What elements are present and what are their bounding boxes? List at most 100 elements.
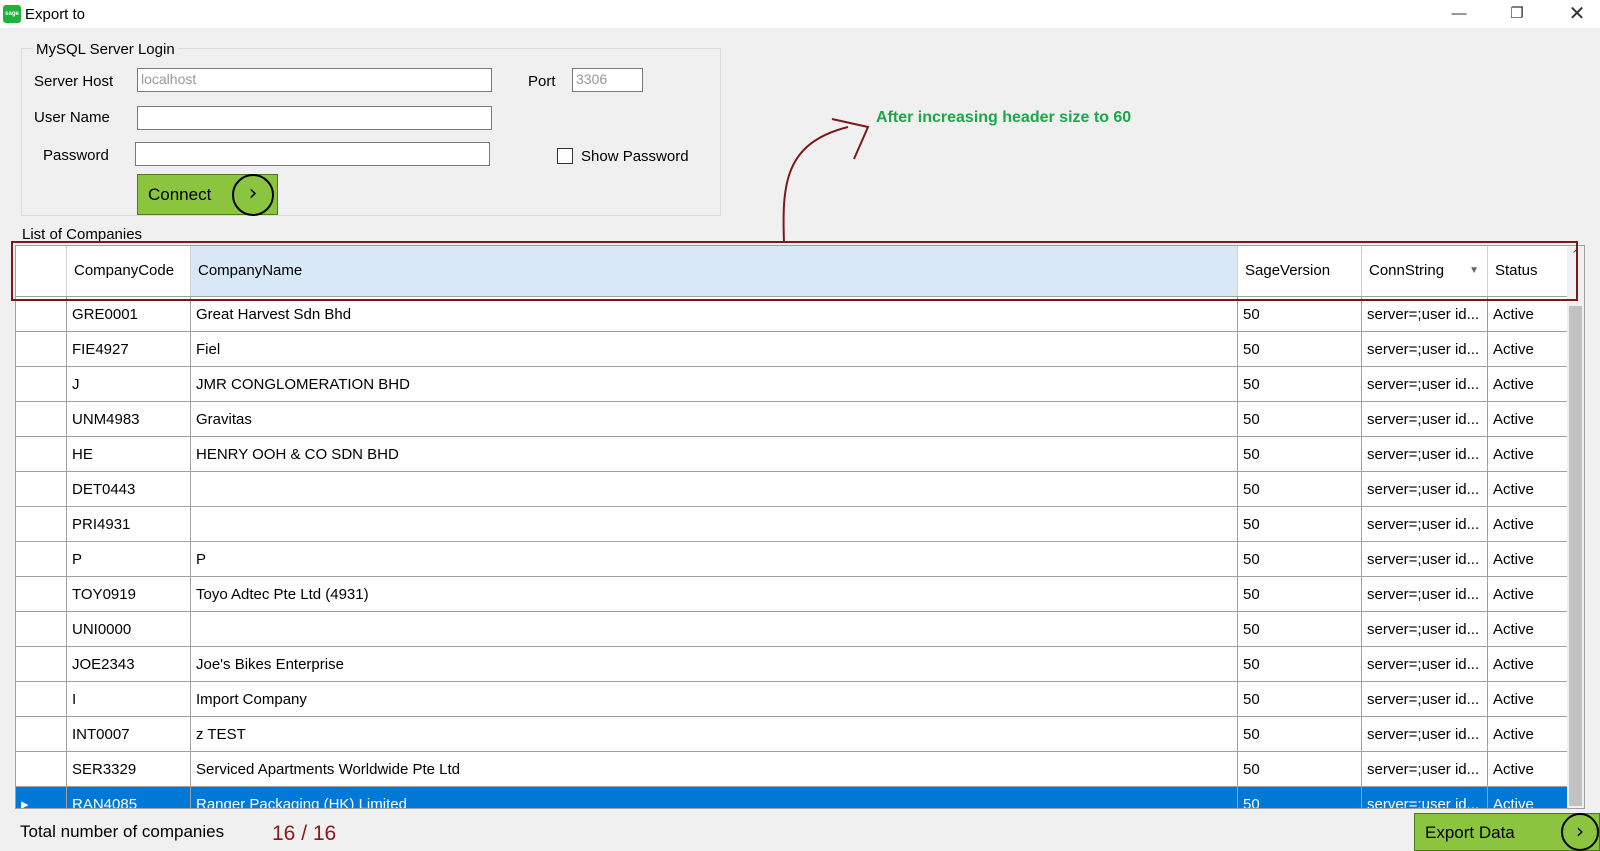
cell-conn-string[interactable]: server=;user id... bbox=[1362, 787, 1488, 808]
cell-company-name[interactable]: HENRY OOH & CO SDN BHD bbox=[191, 437, 1238, 472]
table-row[interactable]: UNI0000 50 server=;user id... Active bbox=[16, 612, 1584, 647]
companies-grid[interactable]: CompanyCode CompanyName SageVersion Conn… bbox=[15, 245, 1585, 809]
row-selector[interactable] bbox=[16, 682, 67, 717]
cell-company-name[interactable] bbox=[191, 472, 1238, 507]
cell-conn-string[interactable]: server=;user id... bbox=[1362, 612, 1488, 647]
cell-sage-version[interactable]: 50 bbox=[1238, 647, 1362, 682]
cell-company-code[interactable]: P bbox=[67, 542, 191, 577]
row-selector[interactable]: ▸ bbox=[16, 787, 67, 808]
cell-company-name[interactable]: Fiel bbox=[191, 332, 1238, 367]
cell-company-name[interactable]: P bbox=[191, 542, 1238, 577]
cell-status[interactable]: Active bbox=[1488, 507, 1568, 542]
cell-sage-version[interactable]: 50 bbox=[1238, 332, 1362, 367]
cell-status[interactable]: Active bbox=[1488, 717, 1568, 752]
cell-company-name[interactable]: Joe's Bikes Enterprise bbox=[191, 647, 1238, 682]
cell-status[interactable]: Active bbox=[1488, 297, 1568, 332]
cell-status[interactable]: Active bbox=[1488, 752, 1568, 787]
cell-company-code[interactable]: HE bbox=[67, 437, 191, 472]
row-selector[interactable] bbox=[16, 647, 67, 682]
cell-company-code[interactable]: RAN4085 bbox=[67, 787, 191, 808]
row-selector[interactable] bbox=[16, 402, 67, 437]
row-selector[interactable] bbox=[16, 507, 67, 542]
table-row[interactable]: FIE4927 Fiel 50 server=;user id... Active bbox=[16, 332, 1584, 367]
cell-company-name[interactable]: Serviced Apartments Worldwide Pte Ltd bbox=[191, 752, 1238, 787]
port-input[interactable]: 3306 bbox=[572, 68, 643, 92]
show-password-checkbox[interactable] bbox=[557, 148, 573, 164]
table-row[interactable]: P P 50 server=;user id... Active bbox=[16, 542, 1584, 577]
cell-status[interactable]: Active bbox=[1488, 577, 1568, 612]
cell-conn-string[interactable]: server=;user id... bbox=[1362, 542, 1488, 577]
cell-company-code[interactable]: JOE2343 bbox=[67, 647, 191, 682]
cell-company-name[interactable]: Great Harvest Sdn Bhd bbox=[191, 297, 1238, 332]
cell-conn-string[interactable]: server=;user id... bbox=[1362, 297, 1488, 332]
export-data-button[interactable]: Export Data › bbox=[1414, 813, 1600, 851]
cell-company-name[interactable]: Toyo Adtec Pte Ltd (4931) bbox=[191, 577, 1238, 612]
cell-company-name[interactable]: z TEST bbox=[191, 717, 1238, 752]
cell-conn-string[interactable]: server=;user id... bbox=[1362, 647, 1488, 682]
row-selector[interactable] bbox=[16, 542, 67, 577]
row-selector[interactable] bbox=[16, 612, 67, 647]
cell-company-code[interactable]: I bbox=[67, 682, 191, 717]
cell-conn-string[interactable]: server=;user id... bbox=[1362, 577, 1488, 612]
cell-conn-string[interactable]: server=;user id... bbox=[1362, 682, 1488, 717]
scrollbar-thumb[interactable] bbox=[1569, 306, 1582, 806]
table-row[interactable]: DET0443 50 server=;user id... Active bbox=[16, 472, 1584, 507]
grid-vertical-scrollbar[interactable]: ⌃ bbox=[1567, 246, 1584, 808]
connect-button[interactable]: Connect › bbox=[137, 174, 278, 216]
cell-status[interactable]: Active bbox=[1488, 367, 1568, 402]
cell-conn-string[interactable]: server=;user id... bbox=[1362, 367, 1488, 402]
cell-company-name[interactable]: JMR CONGLOMERATION BHD bbox=[191, 367, 1238, 402]
table-row[interactable]: HE HENRY OOH & CO SDN BHD 50 server=;user i… bbox=[16, 437, 1584, 472]
row-selector[interactable] bbox=[16, 577, 67, 612]
row-selector[interactable] bbox=[16, 752, 67, 787]
cell-conn-string[interactable]: server=;user id... bbox=[1362, 472, 1488, 507]
cell-sage-version[interactable]: 50 bbox=[1238, 752, 1362, 787]
table-row[interactable]: PRI4931 50 server=;user id... Active bbox=[16, 507, 1584, 542]
cell-company-code[interactable]: PRI4931 bbox=[67, 507, 191, 542]
cell-company-name[interactable]: Gravitas bbox=[191, 402, 1238, 437]
cell-company-code[interactable]: SER3329 bbox=[67, 752, 191, 787]
cell-company-code[interactable]: FIE4927 bbox=[67, 332, 191, 367]
table-row[interactable]: GRE0001 Great Harvest Sdn Bhd 50 server=;us… bbox=[16, 297, 1584, 332]
row-selector[interactable] bbox=[16, 297, 67, 332]
cell-sage-version[interactable]: 50 bbox=[1238, 507, 1362, 542]
cell-sage-version[interactable]: 50 bbox=[1238, 297, 1362, 332]
username-input[interactable] bbox=[137, 106, 492, 130]
cell-status[interactable]: Active bbox=[1488, 437, 1568, 472]
row-selector[interactable] bbox=[16, 472, 67, 507]
cell-status[interactable]: Active bbox=[1488, 787, 1568, 808]
cell-sage-version[interactable]: 50 bbox=[1238, 402, 1362, 437]
cell-company-code[interactable]: TOY0919 bbox=[67, 577, 191, 612]
cell-company-code[interactable]: UNM4983 bbox=[67, 402, 191, 437]
password-input[interactable] bbox=[135, 142, 490, 166]
cell-status[interactable]: Active bbox=[1488, 647, 1568, 682]
restore-button[interactable]: ❐ bbox=[1494, 0, 1540, 28]
cell-company-name[interactable]: Import Company bbox=[191, 682, 1238, 717]
cell-conn-string[interactable]: server=;user id... bbox=[1362, 507, 1488, 542]
minimize-button[interactable]: — bbox=[1436, 0, 1482, 28]
cell-sage-version[interactable]: 50 bbox=[1238, 542, 1362, 577]
close-button[interactable]: ✕ bbox=[1554, 0, 1600, 28]
cell-sage-version[interactable]: 50 bbox=[1238, 717, 1362, 752]
cell-company-code[interactable]: DET0443 bbox=[67, 472, 191, 507]
cell-status[interactable]: Active bbox=[1488, 542, 1568, 577]
cell-conn-string[interactable]: server=;user id... bbox=[1362, 752, 1488, 787]
cell-status[interactable]: Active bbox=[1488, 472, 1568, 507]
table-row[interactable]: I Import Company 50 server=;user id... Activ… bbox=[16, 682, 1584, 717]
server-host-input[interactable]: localhost bbox=[137, 68, 492, 92]
row-selector[interactable] bbox=[16, 437, 67, 472]
cell-company-name[interactable] bbox=[191, 507, 1238, 542]
cell-company-code[interactable]: J bbox=[67, 367, 191, 402]
table-row[interactable]: JOE2343 Joe's Bikes Enterprise 50 server=;u… bbox=[16, 647, 1584, 682]
cell-conn-string[interactable]: server=;user id... bbox=[1362, 437, 1488, 472]
table-row[interactable]: UNM4983 Gravitas 50 server=;user id... Activ… bbox=[16, 402, 1584, 437]
cell-company-name[interactable] bbox=[191, 612, 1238, 647]
cell-sage-version[interactable]: 50 bbox=[1238, 612, 1362, 647]
cell-sage-version[interactable]: 50 bbox=[1238, 437, 1362, 472]
cell-company-name[interactable]: Ranger Packaging (HK) Limited bbox=[191, 787, 1238, 808]
cell-sage-version[interactable]: 50 bbox=[1238, 682, 1362, 717]
cell-company-code[interactable]: INT0007 bbox=[67, 717, 191, 752]
cell-conn-string[interactable]: server=;user id... bbox=[1362, 717, 1488, 752]
table-row[interactable]: ▸ RAN4085 Ranger Packaging (HK) Limited 50 s… bbox=[16, 787, 1584, 808]
cell-company-code[interactable]: GRE0001 bbox=[67, 297, 191, 332]
